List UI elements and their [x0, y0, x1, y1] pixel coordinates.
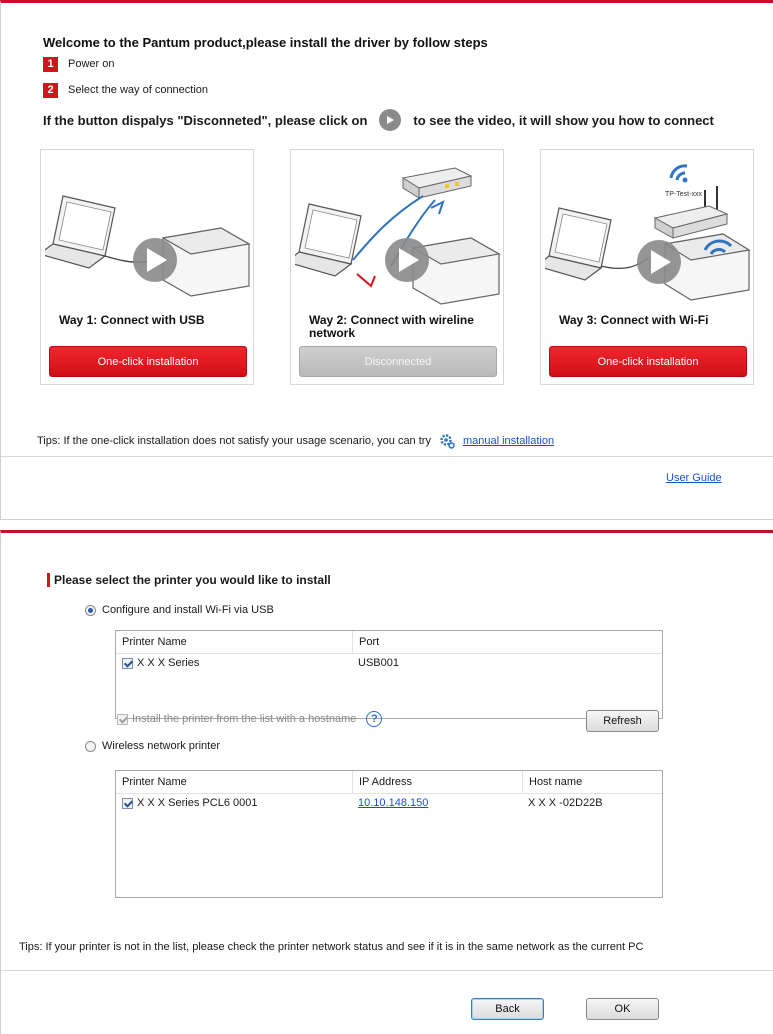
card-usb: Way 1: Connect with USB One-click instal…	[40, 149, 254, 385]
select-printer-tips: Tips: If your printer is not in the list…	[19, 941, 644, 953]
hostname-option-label: Install the printer from the list with a…	[132, 713, 357, 725]
table-row[interactable]: X X X Series PCL6 0001 10.10.148.150 X X…	[116, 794, 662, 812]
installer-tips: Tips: If the one-click installation does…	[37, 433, 554, 449]
step-number: 1	[43, 56, 58, 72]
row-checkbox[interactable]	[122, 797, 133, 809]
column-header-port[interactable]: Port	[352, 631, 662, 653]
card-title: Way 3: Connect with Wi-Fi	[559, 313, 709, 327]
wireless-printer-list: Printer Name IP Address Host name X X X …	[115, 770, 663, 898]
divider	[1, 456, 773, 457]
column-header-printer-name[interactable]: Printer Name	[116, 771, 352, 793]
port-cell: USB001	[358, 657, 399, 669]
gear-icon	[439, 433, 455, 449]
select-printer-heading: Please select the printer you would like…	[47, 573, 331, 587]
hint-text-before: If the button dispalys "Disconneted", pl…	[43, 112, 368, 128]
usb-wifi-option[interactable]: Configure and install Wi-Fi via USB	[85, 604, 274, 616]
card-wifi: TP-Test-xxx Way 3: Connect with Wi-Fi On…	[540, 149, 754, 385]
usb-connection-illustration	[45, 195, 251, 297]
disconnected-button[interactable]: Disconnected	[299, 346, 497, 377]
printer-name-cell: X X X Series	[137, 657, 200, 669]
wifi-connection-illustration: TP-Test-xxx	[545, 164, 751, 301]
column-header-host-name[interactable]: Host name	[522, 771, 662, 793]
step-1: 1 Power on	[43, 56, 114, 72]
tips-text: Tips: If the one-click installation does…	[37, 435, 431, 447]
wireless-option-label: Wireless network printer	[102, 740, 220, 752]
wireline-connection-illustration	[295, 167, 501, 305]
one-click-install-usb-button[interactable]: One-click installation	[49, 346, 247, 377]
one-click-install-wifi-button[interactable]: One-click installation	[549, 346, 747, 377]
step-label: Select the way of connection	[68, 84, 209, 96]
installer-title: Welcome to the Pantum product,please ins…	[43, 35, 488, 50]
usb-printer-list: Printer Name Port X X X Series USB001	[115, 630, 663, 719]
host-name-cell: X X X -02D22B	[528, 797, 603, 809]
printer-name-cell: X X X Series PCL6 0001	[137, 797, 258, 809]
usb-wifi-radio[interactable]	[85, 604, 96, 616]
ok-button[interactable]: OK	[586, 998, 659, 1020]
wireless-option[interactable]: Wireless network printer	[85, 740, 220, 752]
ip-address-link[interactable]: 10.10.148.150	[358, 797, 428, 809]
divider	[1, 970, 773, 971]
help-icon[interactable]: ?	[366, 711, 383, 727]
step-2: 2 Select the way of connection	[43, 82, 208, 98]
refresh-button[interactable]: Refresh	[586, 710, 659, 732]
select-printer-panel: Please select the printer you would like…	[0, 530, 773, 1034]
manual-installation-link[interactable]: manual installation	[463, 435, 554, 447]
hint-text-after: to see the video, it will show you how t…	[413, 112, 714, 128]
hostname-checkbox[interactable]	[117, 713, 128, 725]
play-icon[interactable]	[379, 109, 402, 131]
wireless-radio[interactable]	[85, 740, 96, 752]
table-row[interactable]: X X X Series USB001	[116, 654, 662, 672]
router-label: TP-Test-xxx	[665, 191, 702, 198]
select-printer-title: Please select the printer you would like…	[54, 573, 331, 587]
card-title: Way 2: Connect with wireline network	[309, 313, 474, 340]
installer-panel: Welcome to the Pantum product,please ins…	[0, 0, 773, 520]
step-number: 2	[43, 82, 58, 98]
column-header-ip-address[interactable]: IP Address	[352, 771, 522, 793]
step-label: Power on	[68, 58, 115, 70]
user-guide-link[interactable]: User Guide	[666, 472, 722, 484]
usb-wifi-option-label: Configure and install Wi-Fi via USB	[102, 604, 274, 616]
heading-accent-bar	[47, 573, 50, 587]
back-button[interactable]: Back	[471, 998, 544, 1020]
card-wireline: Way 2: Connect with wireline network Dis…	[290, 149, 504, 385]
list-header: Printer Name Port	[116, 631, 662, 654]
row-checkbox[interactable]	[122, 657, 133, 669]
hostname-option: Install the printer from the list with a…	[117, 711, 383, 727]
video-hint: If the button dispalys "Disconneted", pl…	[43, 109, 714, 131]
list-header: Printer Name IP Address Host name	[116, 771, 662, 794]
column-header-printer-name[interactable]: Printer Name	[116, 631, 352, 653]
card-title: Way 1: Connect with USB	[59, 313, 205, 327]
